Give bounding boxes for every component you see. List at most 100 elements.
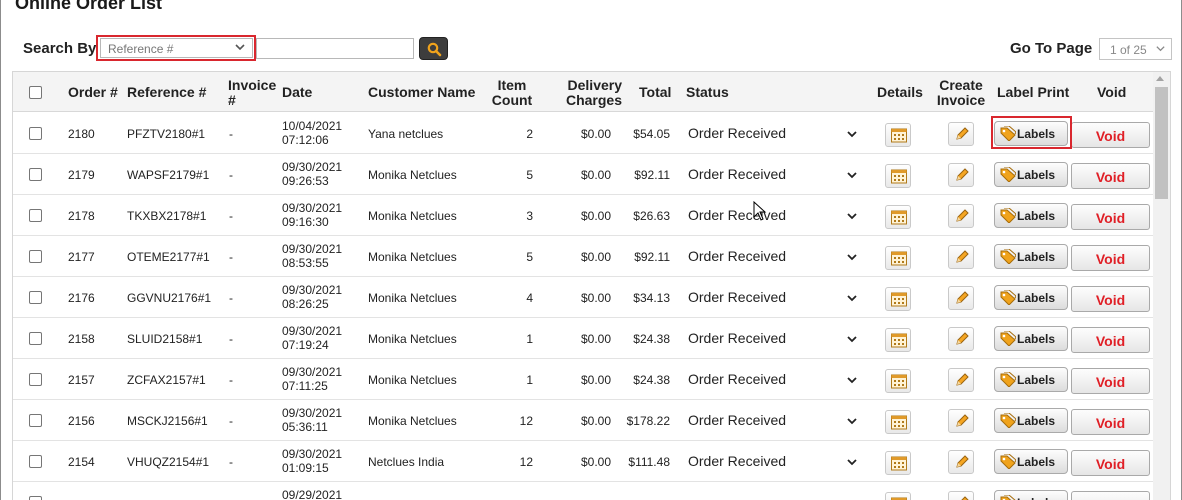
labels-button[interactable]: Labels — [994, 408, 1068, 433]
details-button[interactable] — [885, 410, 911, 434]
void-button[interactable]: Void — [1071, 450, 1150, 476]
row-select-checkbox[interactable] — [29, 414, 42, 427]
scrollbar-thumb[interactable] — [1155, 87, 1168, 199]
total-cell: $24.38 — [633, 332, 670, 346]
void-button[interactable]: Void — [1071, 409, 1150, 435]
header-date[interactable]: Date — [282, 85, 312, 100]
status-select[interactable]: Order Received — [688, 371, 786, 387]
labels-button[interactable]: Labels — [994, 490, 1068, 500]
create-invoice-button[interactable] — [948, 409, 974, 433]
row-select-checkbox[interactable] — [29, 250, 42, 263]
table-row[interactable]: 2179 WAPSF2179#1 - 09/30/2021 09:26:53 Monika… — [13, 154, 1155, 195]
header-customer-name[interactable]: Customer Name — [368, 85, 475, 100]
table-row[interactable]: 2156 MSCKJ2156#1 - 09/30/2021 05:36:11 Monika… — [13, 400, 1155, 441]
select-all-checkbox[interactable] — [29, 86, 42, 99]
table-row[interactable]: 2177 OTEME2177#1 - 09/30/2021 08:53:55 Monika… — [13, 236, 1155, 277]
row-select-checkbox[interactable] — [29, 209, 42, 222]
date-cell: 09/30/2021 08:26:25 — [282, 283, 343, 311]
search-input[interactable] — [256, 38, 414, 59]
status-select[interactable]: Order Received — [688, 166, 786, 182]
void-button[interactable]: Void — [1071, 122, 1150, 148]
void-button[interactable]: Void — [1071, 204, 1150, 230]
void-button[interactable]: Void — [1071, 327, 1150, 353]
chevron-down-icon — [847, 295, 857, 302]
labels-button[interactable]: Labels — [994, 367, 1068, 392]
header-status[interactable]: Status — [686, 85, 729, 100]
total-cell: $92.11 — [634, 250, 670, 264]
search-button[interactable] — [419, 37, 448, 60]
void-button[interactable]: Void — [1071, 245, 1150, 271]
status-select[interactable]: Order Received — [688, 125, 786, 141]
table-row[interactable]: 2158 SLUID2158#1 - 09/30/2021 07:19:24 Monika… — [13, 318, 1155, 359]
create-invoice-button[interactable] — [948, 327, 974, 351]
details-button[interactable] — [885, 287, 911, 311]
details-button[interactable] — [885, 246, 911, 270]
calendar-icon — [891, 128, 907, 143]
table-row[interactable]: 09/29/2021 LabelsVoid — [13, 482, 1155, 500]
void-button[interactable]: Void — [1071, 163, 1150, 189]
total-cell: $24.38 — [633, 373, 670, 387]
row-select-checkbox[interactable] — [29, 455, 42, 468]
date-cell: 09/30/2021 01:09:15 — [282, 447, 343, 475]
scroll-up-arrow-icon[interactable] — [1156, 76, 1164, 81]
header-total[interactable]: Total — [639, 85, 671, 100]
row-select-checkbox[interactable] — [29, 291, 42, 304]
pencil-icon — [956, 332, 969, 345]
create-invoice-button[interactable] — [948, 204, 974, 228]
pencil-icon — [956, 168, 969, 181]
create-invoice-button[interactable] — [948, 286, 974, 310]
table-row[interactable]: 2157 ZCFAX2157#1 - 09/30/2021 07:11:25 Monika… — [13, 359, 1155, 400]
status-select[interactable]: Order Received — [688, 289, 786, 305]
row-select-checkbox[interactable] — [29, 373, 42, 386]
void-button[interactable]: Void — [1071, 286, 1150, 312]
details-button[interactable] — [885, 451, 911, 475]
create-invoice-button[interactable] — [948, 163, 974, 187]
create-invoice-button[interactable] — [948, 491, 974, 500]
labels-button[interactable]: Labels — [994, 244, 1068, 269]
invoice-cell: - — [229, 127, 233, 141]
row-select-checkbox[interactable] — [29, 332, 42, 345]
details-button[interactable] — [885, 369, 911, 393]
header-item-count[interactable]: Item Count — [485, 78, 539, 108]
details-button[interactable] — [885, 205, 911, 229]
invoice-cell: - — [229, 373, 233, 387]
create-invoice-button[interactable] — [948, 122, 974, 146]
header-invoice[interactable]: Invoice # — [228, 78, 276, 108]
labels-button[interactable]: Labels — [994, 326, 1068, 351]
table-row[interactable]: 2176 GGVNU2176#1 - 09/30/2021 08:26:25 Monika… — [13, 277, 1155, 318]
create-invoice-button[interactable] — [948, 368, 974, 392]
header-delivery-charges[interactable]: Delivery Charges — [552, 78, 622, 108]
item-count-cell: 2 — [526, 127, 533, 141]
status-select[interactable]: Order Received — [688, 248, 786, 264]
customer-name-cell: Yana netclues — [368, 127, 444, 141]
table-row[interactable]: 2180 PFZTV2180#1 - 10/04/2021 07:12:06 Yana n… — [13, 113, 1155, 154]
void-button[interactable]: Void — [1071, 491, 1150, 500]
table-row[interactable]: 2154 VHUQZ2154#1 - 09/30/2021 01:09:15 Netclu… — [13, 441, 1155, 482]
table-row[interactable]: 2178 TKXBX2178#1 - 09/30/2021 09:16:30 Monika… — [13, 195, 1155, 236]
header-order[interactable]: Order # — [68, 85, 118, 100]
labels-button[interactable]: Labels — [994, 285, 1068, 310]
search-by-label: Search By — [23, 40, 97, 57]
void-button[interactable]: Void — [1071, 368, 1150, 394]
labels-button[interactable]: Labels — [994, 162, 1068, 187]
details-button[interactable] — [885, 492, 911, 500]
order-number-cell: 2177 — [68, 250, 95, 264]
status-select[interactable]: Order Received — [688, 412, 786, 428]
pencil-icon — [956, 209, 969, 222]
row-select-checkbox[interactable] — [29, 127, 42, 140]
status-select[interactable]: Order Received — [688, 330, 786, 346]
create-invoice-button[interactable] — [948, 450, 974, 474]
details-button[interactable] — [885, 123, 911, 147]
details-button[interactable] — [885, 164, 911, 188]
create-invoice-button[interactable] — [948, 245, 974, 269]
row-select-checkbox[interactable] — [29, 496, 42, 500]
header-reference[interactable]: Reference # — [127, 85, 206, 100]
status-select[interactable]: Order Received — [688, 207, 786, 223]
labels-button[interactable]: Labels — [994, 203, 1068, 228]
details-button[interactable] — [885, 328, 911, 352]
status-select[interactable]: Order Received — [688, 453, 786, 469]
labels-button[interactable]: Labels — [994, 449, 1068, 474]
row-select-checkbox[interactable] — [29, 168, 42, 181]
customer-name-cell: Monika Netclues — [368, 332, 457, 346]
go-to-page-select[interactable]: 1 of 25 — [1099, 38, 1172, 60]
